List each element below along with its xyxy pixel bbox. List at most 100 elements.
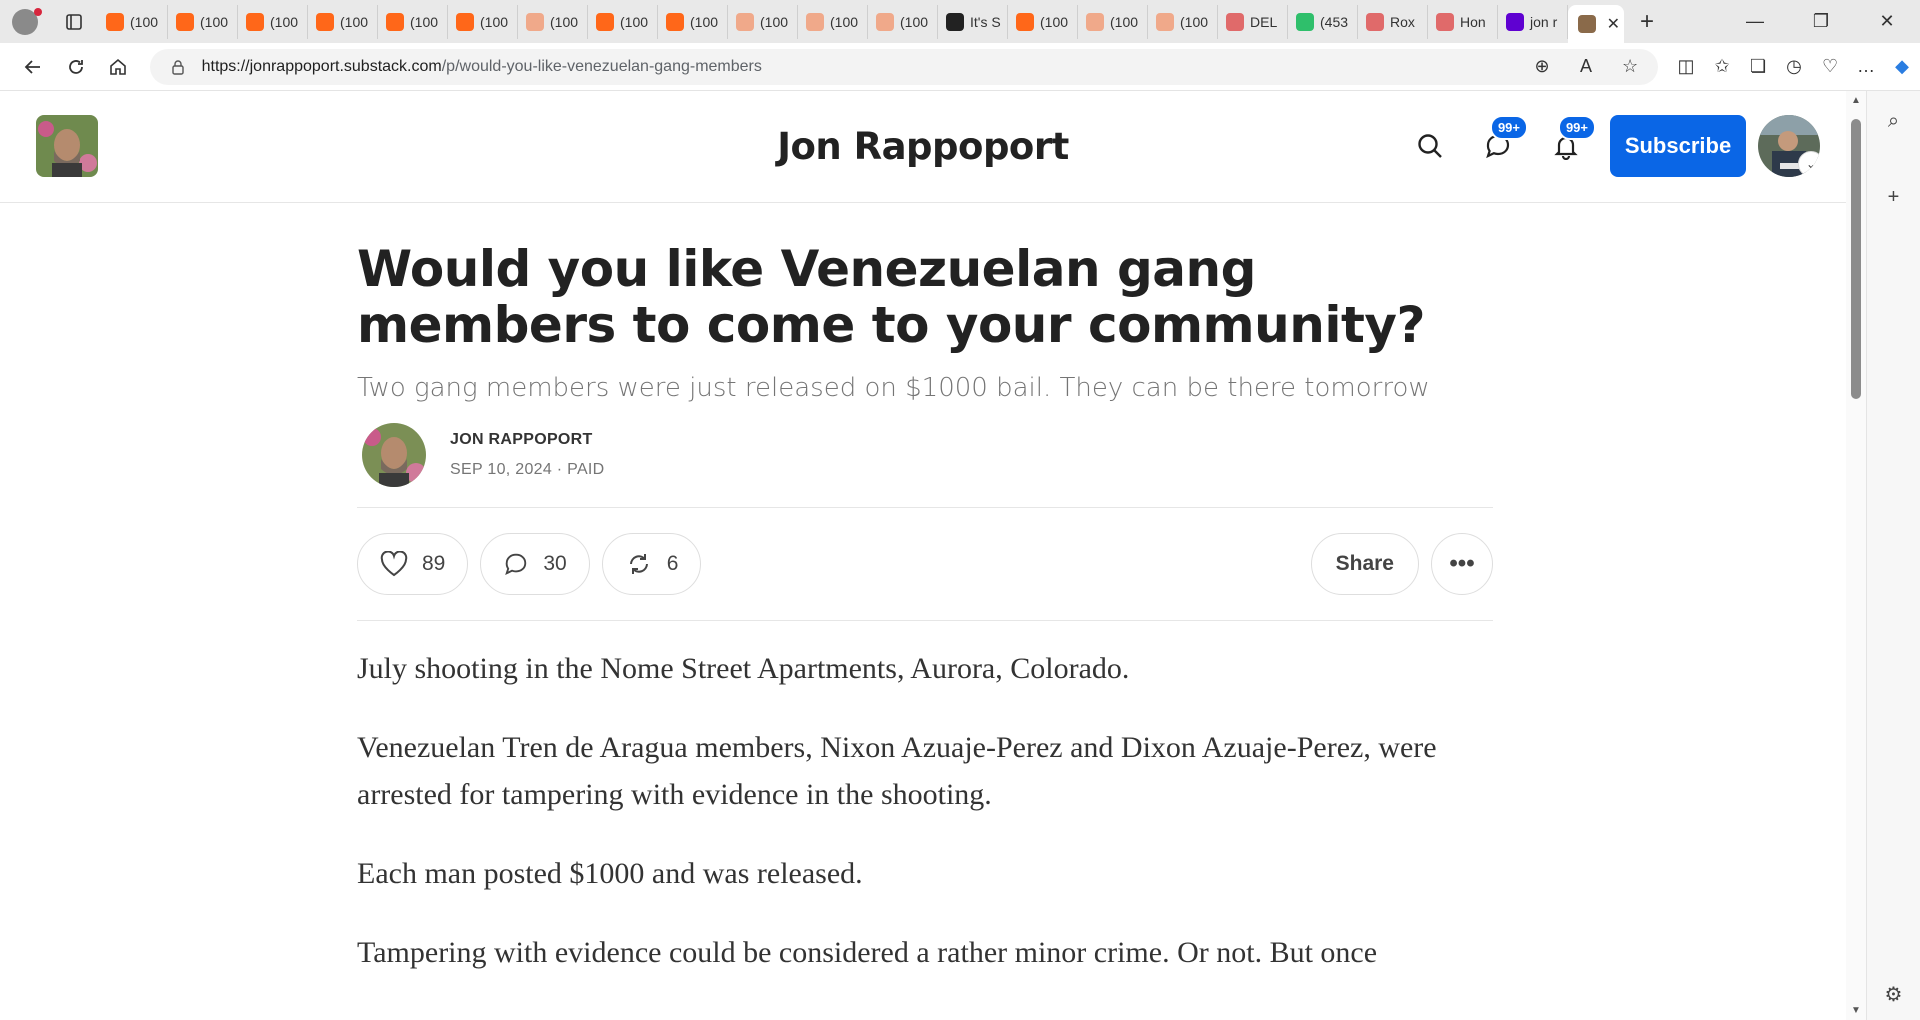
share-button[interactable]: Share bbox=[1310, 533, 1419, 595]
browser-tab[interactable]: (100 bbox=[98, 4, 168, 39]
tab-favicon-icon bbox=[946, 12, 964, 31]
like-button[interactable]: 89 bbox=[357, 533, 469, 595]
browser-tab[interactable]: DEL bbox=[1218, 4, 1288, 39]
zoom-icon[interactable]: ⊕ bbox=[1524, 51, 1560, 83]
browser-essentials-icon[interactable]: ♡ bbox=[1812, 51, 1848, 83]
scroll-up-arrow-icon[interactable]: ▲ bbox=[1850, 95, 1862, 106]
browser-tab[interactable]: (100 bbox=[1008, 4, 1078, 39]
home-icon bbox=[110, 58, 127, 75]
scroll-down-arrow-icon[interactable]: ▼ bbox=[1850, 1005, 1862, 1016]
close-window-button[interactable]: ✕ bbox=[1854, 0, 1920, 43]
browser-tab[interactable]: (453 bbox=[1288, 4, 1358, 39]
tab-label: (100 bbox=[550, 13, 579, 30]
tab-favicon-icon bbox=[456, 12, 474, 31]
url-text[interactable]: https://jonrappoport.substack.com/p/woul… bbox=[202, 58, 1524, 76]
article-title: Would you like Venezuelan gang members t… bbox=[357, 240, 1426, 354]
tab-label: (100 bbox=[130, 13, 159, 30]
scrollbar-thumb[interactable] bbox=[1851, 119, 1861, 399]
restore-button[interactable]: ❐ bbox=[1788, 0, 1854, 43]
tab-favicon-icon bbox=[176, 12, 194, 31]
user-avatar[interactable]: ⌄ bbox=[1758, 115, 1820, 177]
tab-label: jon r bbox=[1530, 13, 1558, 30]
notifications-button[interactable]: 99+ bbox=[1532, 115, 1600, 177]
browser-tab[interactable]: (100 bbox=[378, 4, 448, 39]
browser-tab[interactable]: (100 bbox=[658, 4, 728, 39]
sidebar-settings-icon[interactable]: ⚙ bbox=[1876, 976, 1912, 1012]
browser-tab[interactable]: (100 bbox=[798, 4, 868, 39]
browser-tab[interactable]: (100 bbox=[868, 4, 938, 39]
browser-tab[interactable]: (100 bbox=[448, 4, 518, 39]
sidebar-search-icon[interactable]: ⌕ bbox=[1876, 103, 1912, 139]
favorites-icon[interactable]: ✩ bbox=[1704, 51, 1740, 83]
tab-favicon-icon bbox=[876, 12, 894, 31]
chat-badge: 99+ bbox=[1489, 115, 1528, 140]
comment-button[interactable]: 30 bbox=[480, 533, 590, 595]
browser-tab[interactable]: (100 bbox=[238, 4, 308, 39]
refresh-button[interactable] bbox=[55, 49, 98, 85]
subscribe-button[interactable]: Subscribe bbox=[1610, 115, 1746, 177]
tab-favicon-icon bbox=[1016, 12, 1034, 31]
minimize-button[interactable]: — bbox=[1722, 0, 1788, 43]
tab-active[interactable]: ✕ bbox=[1568, 5, 1624, 43]
tab-actions-button[interactable] bbox=[50, 0, 98, 43]
browser-tab[interactable]: (100 bbox=[168, 4, 238, 39]
page-scrollbar[interactable]: ▲ ▼ bbox=[1846, 91, 1866, 1020]
sidebar-add-icon[interactable]: + bbox=[1876, 179, 1912, 215]
restack-count: 6 bbox=[666, 552, 679, 575]
chevron-down-icon[interactable]: ⌄ bbox=[1798, 151, 1820, 177]
chat-button[interactable]: 99+ bbox=[1464, 115, 1532, 177]
tab-favicon-icon bbox=[1296, 12, 1314, 31]
browser-tab[interactable]: It's S bbox=[938, 4, 1008, 39]
search-button[interactable] bbox=[1396, 115, 1464, 177]
favorite-star-icon[interactable]: ☆ bbox=[1612, 51, 1648, 83]
article-paragraph: Tampering with evidence could be conside… bbox=[357, 936, 1378, 969]
post-date: SEP 10, 2024 · PAID bbox=[450, 461, 605, 478]
tab-label: Rox bbox=[1390, 13, 1415, 30]
site-header: Jon Rappoport 99+ 99+ Subscribe ⌄ bbox=[0, 91, 1846, 203]
browser-tab[interactable]: (100 bbox=[728, 4, 798, 39]
browser-tab[interactable]: (100 bbox=[1148, 4, 1218, 39]
settings-more-icon[interactable]: … bbox=[1848, 51, 1884, 83]
home-button[interactable] bbox=[97, 49, 140, 85]
tab-label: (453 bbox=[1320, 13, 1349, 30]
heart-icon bbox=[380, 551, 408, 577]
new-tab-button[interactable]: + bbox=[1624, 0, 1670, 43]
comment-count: 30 bbox=[543, 552, 567, 575]
author-name[interactable]: JON RAPPOPORT bbox=[450, 431, 605, 449]
read-aloud-icon[interactable]: A bbox=[1568, 51, 1604, 83]
browser-tab[interactable]: (100 bbox=[518, 4, 588, 39]
tab-favicon-icon bbox=[1436, 12, 1454, 31]
browser-tab[interactable]: (100 bbox=[588, 4, 658, 39]
search-icon bbox=[1418, 134, 1442, 158]
close-tab-icon[interactable]: ✕ bbox=[1607, 14, 1620, 34]
tab-actions-icon bbox=[66, 13, 82, 30]
more-options-button[interactable]: ••• bbox=[1431, 533, 1493, 595]
lock-icon[interactable] bbox=[168, 57, 188, 77]
browser-tab[interactable]: (100 bbox=[308, 4, 378, 39]
browser-profile-button[interactable] bbox=[0, 0, 50, 43]
browser-tab[interactable]: (100 bbox=[1078, 4, 1148, 39]
address-bar[interactable]: https://jonrappoport.substack.com/p/woul… bbox=[149, 48, 1659, 85]
browser-tab[interactable]: Rox bbox=[1358, 4, 1428, 39]
tab-favicon-icon bbox=[1086, 12, 1104, 31]
tab-label: (100 bbox=[900, 13, 929, 30]
restack-button[interactable]: 6 bbox=[601, 533, 702, 595]
tab-label: (100 bbox=[270, 13, 299, 30]
collections-icon[interactable]: ❏ bbox=[1740, 51, 1776, 83]
tab-label: (100 bbox=[760, 13, 789, 30]
profile-alert-dot bbox=[34, 8, 42, 16]
back-button[interactable] bbox=[12, 49, 55, 85]
tab-label: DEL bbox=[1250, 13, 1278, 30]
browser-tab[interactable]: Hon bbox=[1428, 4, 1498, 39]
history-icon[interactable]: ◷ bbox=[1776, 51, 1812, 83]
tab-favicon-icon bbox=[386, 12, 404, 31]
copilot-icon[interactable]: ◆ bbox=[1884, 51, 1920, 83]
author-avatar[interactable] bbox=[362, 423, 426, 487]
tab-favicon-icon bbox=[1156, 12, 1174, 31]
article-subtitle: Two gang members were just released on $… bbox=[357, 373, 1430, 403]
tab-favicon-icon bbox=[1226, 12, 1244, 31]
article-paragraph: Venezuelan Tren de Aragua members, Nixon… bbox=[357, 731, 1437, 811]
browser-tab[interactable]: jon r bbox=[1498, 4, 1568, 39]
page-content: Jon Rappoport 99+ 99+ Subscribe ⌄ Would … bbox=[0, 91, 1846, 1020]
split-screen-icon[interactable]: ◫ bbox=[1668, 51, 1704, 83]
